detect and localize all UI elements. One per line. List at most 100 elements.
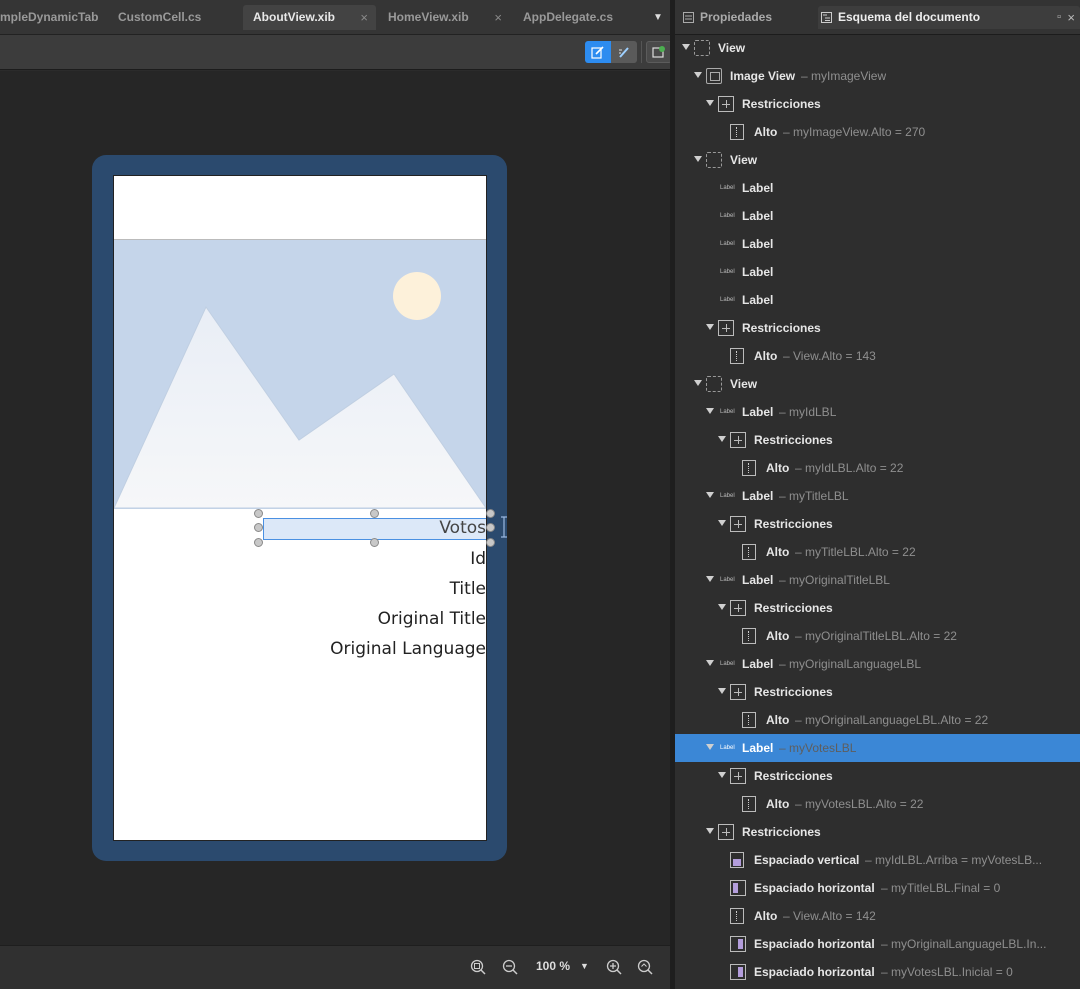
disclosure-triangle-icon[interactable] bbox=[706, 408, 714, 414]
original-language-label[interactable]: Original Language bbox=[330, 639, 486, 659]
outline-row[interactable]: Label Label bbox=[675, 230, 1080, 258]
outline-row[interactable]: Label Label bbox=[675, 202, 1080, 230]
outline-row[interactable]: View bbox=[675, 146, 1080, 174]
resize-handle[interactable] bbox=[254, 509, 263, 518]
outline-row[interactable]: Label Label – myOriginalLanguageLBL bbox=[675, 650, 1080, 678]
tab-customcell[interactable]: CustomCell.cs bbox=[108, 5, 238, 30]
disclosure-triangle-icon[interactable] bbox=[706, 828, 714, 834]
outline-row[interactable]: Restricciones bbox=[675, 678, 1080, 706]
edit-constraints-button[interactable] bbox=[585, 41, 611, 63]
close-icon[interactable]: × bbox=[1067, 6, 1075, 29]
image-view-placeholder[interactable] bbox=[114, 239, 486, 509]
outline-row[interactable]: View bbox=[675, 35, 1080, 62]
resize-handle[interactable] bbox=[486, 523, 495, 532]
outline-row[interactable]: Espaciado horizontal – myVotesLBL.Inicial… bbox=[675, 958, 1080, 986]
disclosure-triangle-icon[interactable] bbox=[706, 744, 714, 750]
outline-item-detail: – myImageView.Alto = 270 bbox=[783, 125, 926, 139]
resize-handle[interactable] bbox=[254, 523, 263, 532]
disclosure-triangle-icon[interactable] bbox=[718, 604, 726, 610]
resize-handle[interactable] bbox=[486, 538, 495, 547]
outline-row[interactable]: Alto – myTitleLBL.Alto = 22 bbox=[675, 538, 1080, 566]
zoom-out-icon[interactable] bbox=[502, 959, 519, 976]
disclosure-triangle-icon[interactable] bbox=[694, 72, 702, 78]
outline-row[interactable]: Alto – myImageView.Alto = 270 bbox=[675, 118, 1080, 146]
outline-row[interactable]: Alto – View.Alto = 142 bbox=[675, 902, 1080, 930]
close-icon[interactable]: × bbox=[494, 5, 502, 30]
design-canvas[interactable]: Votos Id Title Original Title Original L… bbox=[0, 71, 670, 945]
outline-row[interactable]: Restricciones bbox=[675, 594, 1080, 622]
hspace-icon bbox=[730, 880, 746, 896]
disclosure-triangle-icon[interactable] bbox=[706, 324, 714, 330]
outline-row[interactable]: Image View – myImageView bbox=[675, 62, 1080, 90]
disclosure-triangle-icon[interactable] bbox=[682, 44, 690, 50]
outline-row[interactable]: Alto – View.Alto = 143 bbox=[675, 342, 1080, 370]
disclosure-triangle-icon[interactable] bbox=[694, 156, 702, 162]
outline-item-name: Restricciones bbox=[742, 321, 821, 335]
tab-homeview[interactable]: HomeView.xib × bbox=[378, 5, 510, 30]
tab-overflow-icon[interactable]: ▼ bbox=[650, 5, 666, 30]
tab-appdelegate[interactable]: AppDelegate.cs bbox=[513, 5, 643, 30]
disclosure-triangle-icon[interactable] bbox=[718, 688, 726, 694]
disclosure-triangle-icon[interactable] bbox=[706, 100, 714, 106]
tab-simple-dynamic-table[interactable]: mpleDynamicTabl bbox=[0, 5, 98, 30]
disclosure-triangle-icon[interactable] bbox=[694, 380, 702, 386]
preview-button[interactable] bbox=[646, 41, 672, 63]
disclosure-triangle-icon[interactable] bbox=[706, 492, 714, 498]
zoom-in-icon[interactable] bbox=[606, 959, 623, 976]
view-screen[interactable]: Votos Id Title Original Title Original L… bbox=[113, 175, 487, 841]
chevron-down-icon[interactable]: ▼ bbox=[580, 961, 589, 971]
outline-item-detail: – myVotesLBL.Alto = 22 bbox=[795, 797, 924, 811]
outline-row[interactable]: Restricciones bbox=[675, 90, 1080, 118]
outline-row[interactable]: Label Label – myTitleLBL bbox=[675, 482, 1080, 510]
disclosure-triangle-icon[interactable] bbox=[718, 520, 726, 526]
outline-row[interactable]: Label Label bbox=[675, 286, 1080, 314]
id-label[interactable]: Id bbox=[470, 549, 486, 569]
outline-row[interactable]: Label Label bbox=[675, 258, 1080, 286]
paint-button[interactable] bbox=[611, 41, 637, 63]
outline-row[interactable]: Label Label bbox=[675, 174, 1080, 202]
disclosure-triangle-icon[interactable] bbox=[706, 576, 714, 582]
disclosure-triangle-icon[interactable] bbox=[718, 436, 726, 442]
outline-row[interactable]: Espaciado horizontal – myOriginalLanguage… bbox=[675, 930, 1080, 958]
outline-row[interactable]: Alto – myVotesLBL.Alto = 22 bbox=[675, 790, 1080, 818]
resize-handle[interactable] bbox=[254, 538, 263, 547]
close-icon[interactable]: × bbox=[360, 5, 368, 30]
resize-handle[interactable] bbox=[370, 538, 379, 547]
outline-row[interactable]: Restricciones bbox=[675, 818, 1080, 846]
outline-row[interactable]: Restricciones bbox=[675, 762, 1080, 790]
tab-properties[interactable]: Propiedades bbox=[680, 6, 817, 29]
zoom-reset-icon[interactable] bbox=[637, 959, 654, 976]
outline-row[interactable]: Alto – myOriginalLanguageLBL.Alto = 22 bbox=[675, 706, 1080, 734]
outline-row[interactable]: Label Label – myIdLBL bbox=[675, 398, 1080, 426]
tab-aboutview[interactable]: AboutView.xib × bbox=[243, 5, 376, 30]
outline-item-detail: – myTitleLBL bbox=[779, 489, 849, 503]
pin-icon[interactable]: ▫ bbox=[1057, 6, 1061, 29]
disclosure-triangle-icon[interactable] bbox=[718, 772, 726, 778]
outline-row[interactable]: Alto – myIdLBL.Alto = 22 bbox=[675, 454, 1080, 482]
zoom-fit-icon[interactable] bbox=[470, 959, 487, 976]
cons-icon bbox=[730, 600, 746, 616]
disclosure-triangle-icon[interactable] bbox=[706, 660, 714, 666]
label-icon: Label bbox=[720, 269, 735, 275]
outline-row[interactable]: Espaciado horizontal – myTitleLBL.Final =… bbox=[675, 874, 1080, 902]
outline-row[interactable]: Alto – myOriginalTitleLBL.Alto = 22 bbox=[675, 622, 1080, 650]
outline-item-name: Label bbox=[742, 181, 774, 195]
outline-item-name: Alto bbox=[766, 461, 790, 475]
outline-item-name: Espaciado vertical bbox=[754, 853, 860, 867]
resize-handle[interactable] bbox=[486, 509, 495, 518]
outline-row[interactable]: Restricciones bbox=[675, 426, 1080, 454]
title-label[interactable]: Title bbox=[450, 579, 486, 599]
outline-item-detail: – myImageView bbox=[801, 69, 887, 83]
resize-handle[interactable] bbox=[370, 509, 379, 518]
outline-row[interactable]: Espaciado vertical – myIdLBL.Arriba = myV… bbox=[675, 846, 1080, 874]
original-title-label[interactable]: Original Title bbox=[378, 609, 486, 629]
votes-label[interactable]: Votos bbox=[263, 518, 486, 540]
outline-row[interactable]: Restricciones bbox=[675, 510, 1080, 538]
tab-document-outline[interactable]: Esquema del documento ▫ × bbox=[818, 6, 1080, 29]
outline-row[interactable]: Restricciones bbox=[675, 314, 1080, 342]
outline-row[interactable]: Label Label – myOriginalTitleLBL bbox=[675, 566, 1080, 594]
outline-row[interactable]: Label Label – myVotesLBL bbox=[675, 734, 1080, 762]
outline-item-name: Restricciones bbox=[754, 685, 833, 699]
zoom-level[interactable]: 100 % bbox=[536, 959, 570, 973]
outline-row[interactable]: View bbox=[675, 370, 1080, 398]
